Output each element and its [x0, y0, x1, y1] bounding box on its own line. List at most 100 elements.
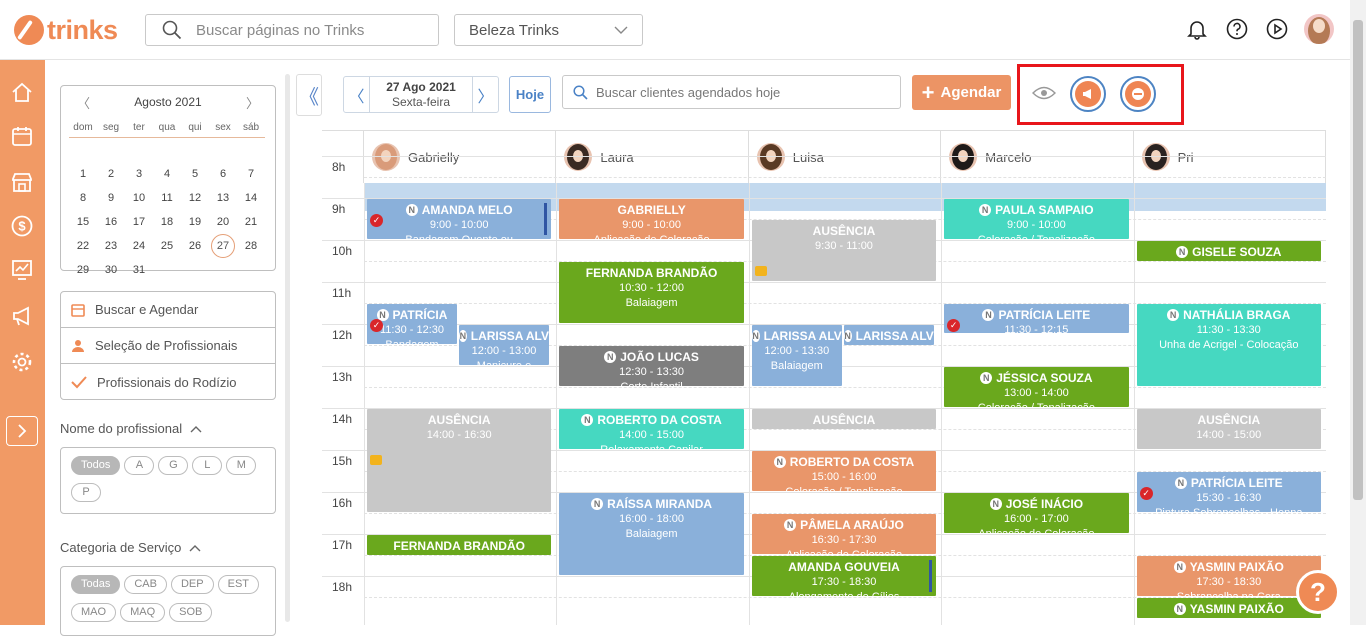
current-date[interactable]: 27 Ago 2021 Sexta-feira	[369, 77, 473, 112]
calendar-day[interactable]: 17	[125, 210, 153, 234]
campaign-button[interactable]	[1070, 76, 1106, 112]
appointment-block[interactable]: N GISELE SOUZA	[1136, 240, 1321, 261]
calendar-day[interactable]: 6	[209, 162, 237, 186]
prev-day-button[interactable]: 〈	[344, 77, 369, 112]
professional-header-laura[interactable]: Laura	[556, 131, 749, 183]
calendar-day[interactable]: 13	[209, 186, 237, 210]
comment-icon[interactable]	[370, 454, 382, 465]
help-circle-icon[interactable]	[1224, 16, 1250, 42]
filter-chip[interactable]: M	[226, 456, 257, 475]
appointment-block[interactable]: NJOÃO LUCAS12:30 - 13:30 Corte Infantil	[559, 345, 744, 386]
category-filter-header[interactable]: Categoria de Serviço	[60, 540, 201, 555]
appointment-block[interactable]: N LARISSA ALV	[843, 324, 934, 345]
appointment-block[interactable]: AUSÊNCIA 9:30 - 11:00	[751, 219, 937, 281]
next-month-button[interactable]: 〉	[246, 93, 259, 112]
appointment-block[interactable]: NJOSÉ INÁCIO16:00 - 17:00 Aplicação de Co…	[944, 492, 1129, 533]
buscar-agendar-item[interactable]: Buscar e Agendar	[61, 292, 275, 328]
selecao-profissionais-item[interactable]: Seleção de Profissionais	[61, 328, 275, 364]
calendar-day[interactable]: 29	[69, 258, 97, 282]
appointment-block[interactable]: AUSÊNCIA 14:00 - 15:00	[1136, 408, 1321, 449]
calendar-day[interactable]: 15	[69, 210, 97, 234]
appointment-block[interactable]: AUSÊNCIA 14:00 - 16:30	[367, 408, 552, 512]
client-search-input[interactable]	[596, 84, 886, 100]
appointment-block[interactable]: FERNANDA BRANDÃO 10:30 - 12:00 Balaiagem	[559, 261, 744, 323]
appointment-block[interactable]: NROBERTO DA COSTA14:00 - 15:00 Relaxament…	[559, 408, 744, 449]
calendar-day[interactable]: 16	[97, 210, 125, 234]
professional-header-luisa[interactable]: Luisa	[749, 131, 942, 183]
store-icon[interactable]	[10, 170, 34, 194]
collapse-panel-button[interactable]: 《	[296, 74, 322, 116]
calendar-day[interactable]: 25	[153, 234, 181, 258]
comment-icon[interactable]	[754, 265, 767, 276]
professional-header-marcelo[interactable]: Marcelo	[941, 131, 1134, 183]
calendar-today[interactable]: 27	[211, 234, 235, 258]
calendar-day[interactable]: 7	[237, 162, 265, 186]
appointment-block[interactable]: NPATRÍCIA LEITE15:30 - 16:30 Pintura Sobr…	[1136, 471, 1321, 512]
calendar-day[interactable]: 5	[181, 162, 209, 186]
page-search-input[interactable]	[196, 21, 416, 39]
appointment-block[interactable]: N NATHÁLIA BRAGA 11:30 - 13:30 Unha de Acri…	[1136, 303, 1321, 386]
appointment-block[interactable]: N YASMIN PAIXÃO	[1136, 597, 1321, 618]
appointment-block[interactable]: AUSÊNCIA	[751, 408, 937, 429]
appointment-block[interactable]: AMANDA GOUVEIA17:30 - 18:30 Alongamento d…	[751, 555, 937, 596]
appointment-block[interactable]: FERNANDA BRANDÃO	[367, 534, 552, 555]
calendar-day[interactable]: 27	[209, 234, 237, 258]
page-search-box[interactable]	[145, 14, 439, 46]
appointment-block[interactable]: N LARISSA ALV 12:00 - 13:30 Balaiagem	[751, 324, 842, 386]
marketing-megaphone-icon[interactable]	[10, 304, 34, 328]
filter-chip[interactable]: A	[124, 456, 155, 475]
calendar-day[interactable]: 22	[69, 234, 97, 258]
calendar-day[interactable]: 30	[97, 258, 125, 282]
filter-chip[interactable]: MAO	[71, 603, 117, 622]
expand-sidebar-button[interactable]	[6, 416, 38, 446]
user-avatar[interactable]	[1304, 14, 1334, 44]
filter-chip[interactable]: P	[71, 482, 101, 502]
professional-header-gabrielly[interactable]: Gabrielly	[364, 131, 557, 183]
appointment-block[interactable]: NPATRÍCIA11:30 - 12:30Bandagem✓	[367, 303, 457, 344]
calendar-day[interactable]: 2	[97, 162, 125, 186]
calendar-day[interactable]: 19	[181, 210, 209, 234]
filter-chip[interactable]: EST	[217, 575, 260, 594]
appointment-block[interactable]: NYASMIN PAIXÃO17:30 - 18:30 Sobrancelha n…	[1136, 555, 1321, 596]
blocked-schedule-button[interactable]	[1120, 76, 1156, 112]
play-circle-icon[interactable]	[1264, 16, 1290, 42]
calendar-day[interactable]: 12	[181, 186, 209, 210]
calendar-day[interactable]: 1	[69, 162, 97, 186]
appointment-block[interactable]: NJÉSSICA SOUZA13:00 - 14:00 Coloração / T…	[944, 366, 1129, 407]
filter-chip[interactable]: SOB	[169, 603, 213, 622]
filter-chip[interactable]: CAB	[124, 575, 167, 594]
appointment-block[interactable]: NROBERTO DA COSTA15:00 - 16:00 Coloração …	[751, 450, 937, 491]
trinks-logo[interactable]: trinks	[14, 13, 118, 47]
calendar-day[interactable]: 14	[237, 186, 265, 210]
calendar-day[interactable]: 10	[125, 186, 153, 210]
calendar-day[interactable]: 21	[237, 210, 265, 234]
appointment-block[interactable]: NLARISSA ALV12:00 - 13:00 Manicure e	[459, 324, 549, 365]
filter-chip[interactable]: DEP	[170, 575, 214, 594]
professional-header-pri[interactable]: Pri	[1134, 131, 1326, 183]
calendar-day[interactable]: 18	[153, 210, 181, 234]
calendar-day[interactable]: 4	[153, 162, 181, 186]
next-day-button[interactable]: 〉	[473, 77, 498, 112]
filter-chip[interactable]: G	[158, 456, 189, 475]
calendar-day[interactable]: 8	[69, 186, 97, 210]
filter-panel-scrollbar[interactable]	[285, 74, 290, 622]
calendar-day[interactable]: 23	[97, 234, 125, 258]
filter-chip[interactable]: Todos	[71, 456, 121, 475]
calendar-day[interactable]: 11	[153, 186, 181, 210]
calendar-day[interactable]: 24	[125, 234, 153, 258]
notifications-bell-icon[interactable]	[1184, 16, 1210, 42]
filter-chip[interactable]: L	[192, 456, 223, 475]
prev-month-button[interactable]: 〈	[77, 93, 90, 112]
appointment-block[interactable]: NPÂMELA ARAÚJO16:30 - 17:30 Aplicação de …	[751, 513, 937, 554]
agenda-icon[interactable]	[10, 124, 34, 148]
appointment-block[interactable]: N RAÍSSA MIRANDA 16:00 - 18:00 Balaiagem	[559, 492, 744, 575]
calendar-day[interactable]: 28	[237, 234, 265, 258]
today-button[interactable]: Hoje	[509, 76, 551, 113]
reports-chart-icon[interactable]	[10, 258, 34, 282]
page-scrollbar[interactable]	[1350, 0, 1366, 625]
profissionais-rodizio-item[interactable]: Profissionais do Rodízio	[61, 364, 275, 400]
visibility-eye-icon[interactable]	[1032, 85, 1056, 104]
calendar-day[interactable]: 20	[209, 210, 237, 234]
appointment-block[interactable]: NPAULA SAMPAIO9:00 - 10:00 Coloração / To…	[944, 198, 1129, 239]
calendar-day[interactable]: 31	[125, 258, 153, 282]
